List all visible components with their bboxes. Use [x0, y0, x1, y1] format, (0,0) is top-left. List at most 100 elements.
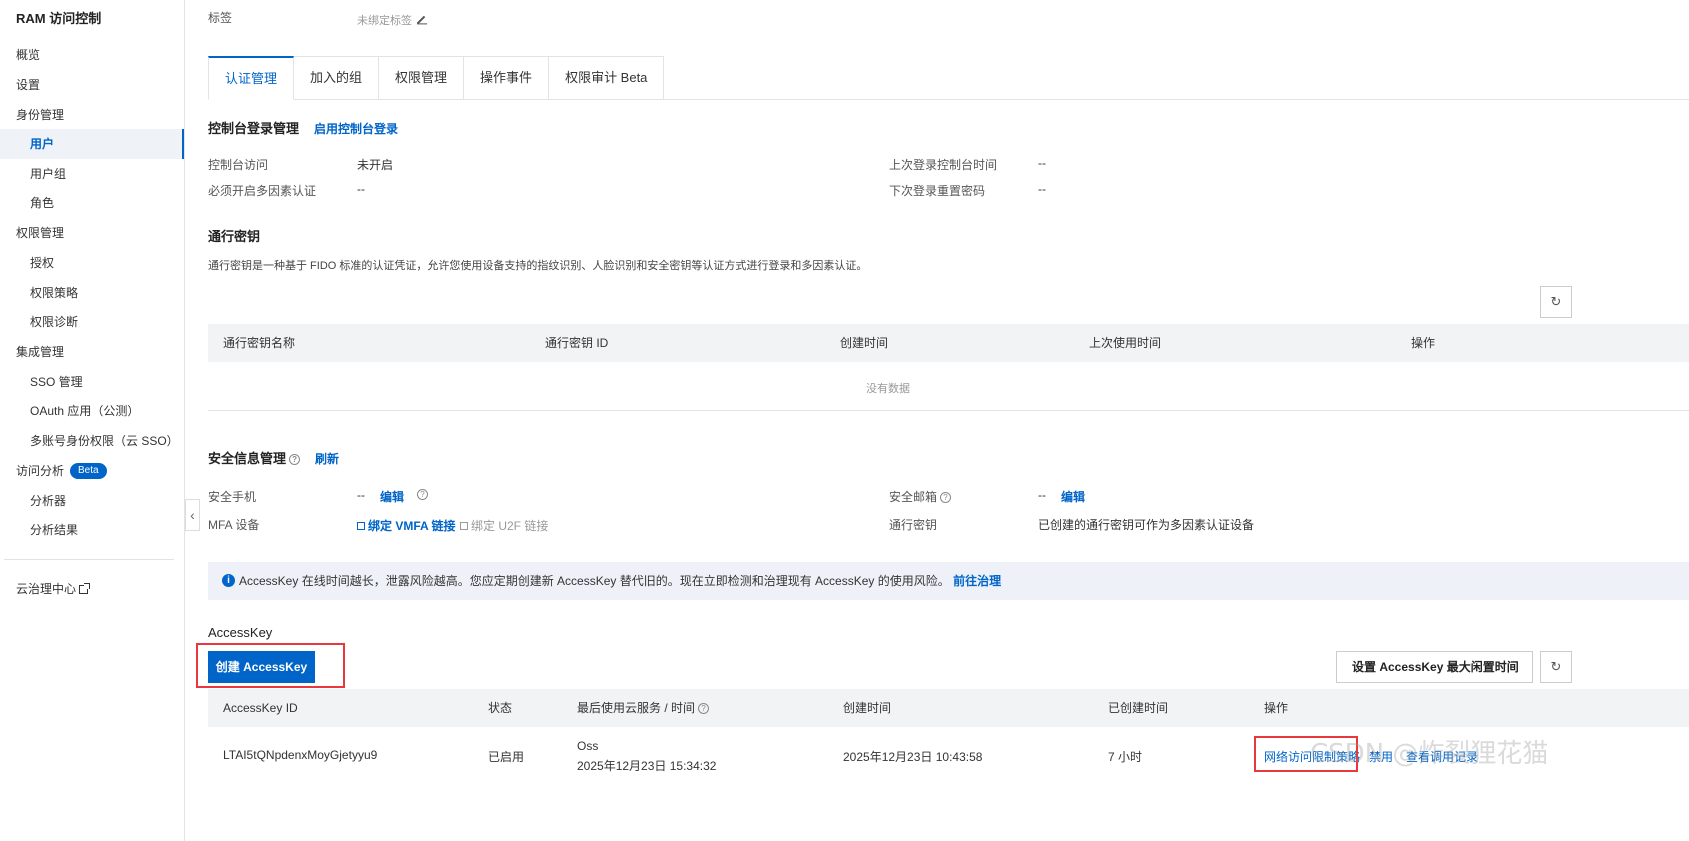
column-header: 状态 — [488, 701, 513, 715]
sidebar-group-permissions[interactable]: 权限管理 — [0, 218, 184, 248]
sidebar-group-integration[interactable]: 集成管理 — [0, 337, 184, 367]
mfa-required-label: 必须开启多因素认证 — [208, 184, 317, 198]
reset-password-value: -- — [1038, 182, 1046, 196]
security-phone-label: 安全手机 — [208, 490, 257, 504]
column-header: 操作 — [1264, 701, 1289, 715]
accesskey-status: 已启用 — [488, 750, 525, 764]
help-icon[interactable]: ? — [698, 703, 710, 715]
sidebar-item-cloud-sso[interactable]: 多账号身份权限（云 SSO） — [0, 426, 184, 456]
security-email-label: 安全邮箱? — [889, 488, 952, 505]
column-header: 已创建时间 — [1108, 701, 1169, 715]
tag-label: 标签 — [208, 11, 233, 25]
sidebar-item-analyzer[interactable]: 分析器 — [0, 486, 184, 516]
accesskey-table-header: AccessKey ID 状态 最后使用云服务 / 时间? 创建时间 已创建时间… — [208, 689, 1689, 727]
passkey-title: 通行密钥 — [208, 229, 261, 244]
last-login-label: 上次登录控制台时间 — [889, 158, 998, 172]
table-bottom-border — [208, 410, 1689, 411]
help-icon[interactable]: ? — [289, 454, 301, 466]
beta-badge: Beta — [70, 462, 107, 479]
column-header: 最后使用云服务 / 时间? — [577, 689, 710, 727]
console-access-value: 未开启 — [357, 158, 394, 172]
tab-groups[interactable]: 加入的组 — [294, 56, 380, 100]
edit-email-link[interactable]: 编辑 — [1061, 488, 1085, 505]
accesskey-id: LTAI5tQNpdenxMoyGjetyyu9 — [223, 748, 378, 762]
refresh-icon[interactable]: ↻ — [1540, 651, 1572, 683]
sidebar-group-access-analysis[interactable]: 访问分析 Beta — [0, 456, 184, 486]
notice-text: AccessKey 在线时间越长，泄露风险越高。您应定期创建新 AccessKe… — [239, 574, 950, 588]
help-icon[interactable]: ? — [417, 489, 428, 500]
set-max-idle-time-button[interactable]: 设置 AccessKey 最大闲置时间! — [1336, 651, 1533, 703]
sidebar-item-analysis-results[interactable]: 分析结果 — [0, 515, 184, 545]
sidebar-item-roles[interactable]: 角色 — [0, 188, 184, 218]
security-email-value: -- — [1038, 488, 1046, 502]
sidebar-item-sso[interactable]: SSO 管理 — [0, 367, 184, 397]
tab-bar: 认证管理 加入的组 权限管理 操作事件 权限审计 Beta — [208, 56, 665, 100]
help-icon[interactable]: ? — [940, 492, 952, 504]
chevron-left-icon[interactable]: ‹ — [185, 499, 200, 531]
passkey-description: 通行密钥是一种基于 FIDO 标准的认证凭证，允许您使用设备支持的指纹识别、人脸… — [208, 260, 868, 272]
empty-state: 没有数据 — [866, 383, 910, 395]
security-phone-value: -- — [357, 488, 365, 502]
mfa-required-value: -- — [357, 182, 365, 196]
console-login-title: 控制台登录管理 — [208, 121, 300, 136]
accesskey-title: AccessKey — [208, 625, 273, 640]
go-govern-link[interactable]: 前往治理 — [953, 574, 1001, 588]
edit-icon[interactable] — [416, 15, 426, 25]
bind-vmfa-link[interactable]: 绑定 VMFA 链接 — [357, 517, 456, 534]
sidebar-item-overview[interactable]: 概览 — [0, 40, 184, 70]
bind-u2f-link[interactable]: 绑定 U2F 链接 — [460, 517, 548, 534]
tab-authentication[interactable]: 认证管理 — [208, 56, 295, 100]
enable-console-login-link[interactable]: 启用控制台登录 — [314, 120, 398, 137]
column-header: 操作 — [1411, 336, 1436, 350]
sidebar-item-users[interactable]: 用户 — [0, 129, 184, 159]
create-accesskey-button[interactable]: 创建 AccessKey — [208, 651, 315, 683]
column-header: 上次使用时间 — [1089, 336, 1162, 350]
set-idle-label: 设置 AccessKey 最大闲置时间 — [1352, 660, 1519, 674]
last-used-time: 2025年12月23日 15:34:32 — [577, 759, 717, 773]
reset-password-label: 下次登录重置密码 — [889, 184, 986, 198]
sidebar-item-governance-center[interactable]: 云治理中心 — [0, 574, 184, 604]
info-icon: i — [222, 574, 235, 588]
passkey-mfa-label: 通行密钥 — [889, 518, 938, 532]
tab-permissions[interactable]: 权限管理 — [379, 56, 465, 100]
console-access-label: 控制台访问 — [208, 158, 269, 172]
bind-vmfa-text: 绑定 VMFA 链接 — [368, 519, 456, 533]
disable-link[interactable]: 禁用 — [1369, 748, 1393, 765]
accesskey-risk-notice: i AccessKey 在线时间越长，泄露风险越高。您应定期创建新 AccessK… — [208, 562, 1689, 600]
sidebar-item-diagnosis[interactable]: 权限诊断 — [0, 307, 184, 337]
security-info-title-text: 安全信息管理 — [208, 451, 287, 466]
passkey-table-header: 通行密钥名称 通行密钥 ID 创建时间 上次使用时间 操作 — [208, 324, 1689, 362]
sidebar-group-identity[interactable]: 身份管理 — [0, 100, 184, 130]
sidebar-divider — [4, 559, 174, 560]
link-icon — [460, 522, 468, 530]
highlight-box — [1254, 736, 1358, 772]
sidebar: RAM 访问控制 概览 设置 身份管理 用户 用户组 角色 权限管理 授权 权限… — [0, 0, 185, 841]
refresh-link[interactable]: 刷新 — [315, 450, 339, 467]
last-used-service: Oss — [577, 739, 599, 753]
sidebar-item-grants[interactable]: 授权 — [0, 248, 184, 278]
link-icon — [357, 522, 365, 530]
view-call-records-link[interactable]: 查看调用记录 — [1406, 748, 1478, 765]
sidebar-item-oauth[interactable]: OAuth 应用（公测） — [0, 396, 184, 426]
app-title: RAM 访问控制 — [16, 11, 102, 26]
column-header: 通行密钥 ID — [545, 336, 609, 350]
security-email-label-text: 安全邮箱 — [889, 490, 938, 504]
edit-phone-link[interactable]: 编辑 — [380, 488, 404, 505]
created-time: 2025年12月23日 10:43:58 — [843, 750, 983, 764]
sidebar-item-settings[interactable]: 设置 — [0, 70, 184, 100]
column-header: 通行密钥名称 — [223, 336, 296, 350]
column-header: AccessKey ID — [223, 701, 298, 715]
column-header: 创建时间 — [843, 701, 892, 715]
created-age: 7 小时 — [1108, 750, 1143, 764]
tab-audit[interactable]: 权限审计 Beta — [549, 56, 665, 100]
external-link-icon — [79, 583, 91, 594]
tab-events[interactable]: 操作事件 — [464, 56, 550, 100]
tag-value[interactable]: 未绑定标签 — [357, 12, 426, 28]
column-header-text: 最后使用云服务 / 时间 — [577, 701, 696, 715]
bind-u2f-text: 绑定 U2F 链接 — [471, 519, 549, 533]
passkey-mfa-value: 已创建的通行密钥可作为多因素认证设备 — [1038, 518, 1255, 532]
sidebar-item-user-groups[interactable]: 用户组 — [0, 159, 184, 189]
refresh-icon[interactable]: ↻ — [1540, 286, 1572, 318]
sidebar-item-policies[interactable]: 权限策略 — [0, 278, 184, 308]
tag-value-text: 未绑定标签 — [357, 15, 412, 27]
